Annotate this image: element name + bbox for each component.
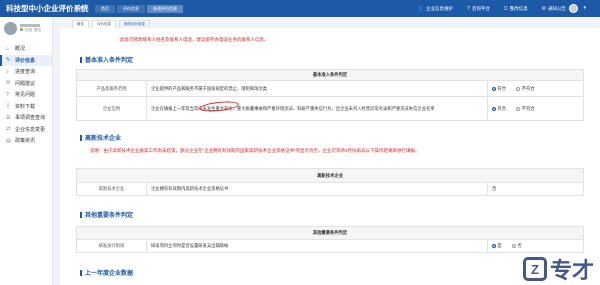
product-scope-yes-radio[interactable]: 符合 xyxy=(492,86,506,92)
rd-options: 是 否 xyxy=(487,239,584,253)
user-status: 在线 xyxy=(25,27,32,32)
credit-yes-radio[interactable]: 符合 xyxy=(492,106,506,112)
user-icon: 👤 xyxy=(417,5,425,12)
notice-icon: ✉ xyxy=(541,5,546,12)
row-content-rd: 研发项目立项时是否设置研发支出辅助帐 xyxy=(146,239,488,253)
row-label-rd: 研发加计扣除 xyxy=(76,239,147,253)
help-icon: ? xyxy=(467,5,470,12)
user-avatar xyxy=(4,21,17,35)
row-value-hightech: 否 xyxy=(487,182,584,196)
home-icon: ⌂ xyxy=(6,45,10,52)
sidebar-item-faq[interactable]: ? 常见问题 xyxy=(0,89,52,101)
sidebar-item-survey[interactable]: ☰ 事项调查查询 xyxy=(0,112,52,124)
tab-evaluation[interactable]: 评价信息 xyxy=(117,4,145,13)
section-title-other: 其他重要条件判定 xyxy=(80,210,133,219)
watermark-text: 专才 xyxy=(549,258,594,283)
tab-home[interactable]: 首页 xyxy=(95,4,115,13)
exit-icon: ⎋ xyxy=(503,5,508,12)
product-scope-no-radio[interactable]: 不符合 xyxy=(516,86,535,92)
credit-no-radio[interactable]: 不符合 xyxy=(516,106,535,112)
zhuancai-logo-icon: Z xyxy=(522,257,547,281)
hightech-table-title: 高新技术企业 xyxy=(76,168,584,183)
tab-edit-evaluation[interactable]: 修改评价信息 xyxy=(147,4,183,13)
row-label-product-scope: 产品及服务范围 xyxy=(76,80,147,97)
search-icon: ⌕ xyxy=(6,68,9,75)
sidebar-item-progress[interactable]: ⌕ 进度查询 xyxy=(0,66,52,78)
sidebar: 在线 退出 ⌂ 概况 ✎ 评价信息 ⌕ 进度查询 ✉ 问题建议 ? 常见问题 ⇩ 资料下载 ☰… xyxy=(0,17,53,285)
online-dot-icon xyxy=(20,28,23,31)
rd-yes-radio[interactable]: 是 xyxy=(492,243,502,249)
basic-table: 基本准入条件判定 产品及服务范围 企业提供的产品和服务不属于国家规定的禁止、限制… xyxy=(76,69,584,121)
credit-options: 符合 不符合 xyxy=(487,96,584,121)
contact-warning: 此处可修改联系人姓名及联系人电话，建议留存办理该业务的联系人信息。 xyxy=(120,37,269,42)
question-icon: ? xyxy=(6,91,9,98)
news-icon: ▤ xyxy=(6,137,11,144)
radio-checked-icon xyxy=(492,86,496,91)
radio-unchecked-icon xyxy=(512,244,516,248)
basic-table-title: 基本准入条件判定 xyxy=(76,69,584,81)
logout-link[interactable]: 退出 xyxy=(34,28,41,33)
section-title-hightech: 高新技术企业 xyxy=(80,133,121,142)
app-title: 科技型中小企业评价系统 xyxy=(6,4,89,13)
user-panel: 在线 退出 xyxy=(0,17,52,39)
other-table: 其他重要条件判定 研发加计扣除 研发项目立项时是否设置研发支出辅助帐 是 否 xyxy=(76,226,584,253)
sidebar-menu: ⌂ 概况 ✎ 评价信息 ⌕ 进度查询 ✉ 问题建议 ? 常见问题 ⇩ 资料下载 ☰ 事项调查查… xyxy=(0,43,52,147)
row-content-product-scope: 企业提供的产品和服务不属于国家规定的禁止、限制和淘汰类 xyxy=(146,80,488,97)
swap-icon: ⇄ xyxy=(6,126,11,133)
rectify-link[interactable]: ⎋ 整改信息 xyxy=(504,6,528,12)
menu-toggle-icon[interactable]: ≡ xyxy=(75,5,87,12)
row-label-credit: 企业信用 xyxy=(76,96,147,121)
top-bar: 科技型中小企业评价系统 ≡ 首页 评价信息 修改评价信息 👤 企业信息维护 ? 咨询… xyxy=(0,0,600,17)
radio-checked-icon xyxy=(492,244,496,248)
sidebar-item-downloads[interactable]: ⇩ 资料下载 xyxy=(0,101,52,113)
list-icon: ☰ xyxy=(6,114,11,121)
other-table-title: 其他重要条件判定 xyxy=(76,226,584,240)
hightech-table: 高新技术企业 高新技术企业 企业拥有有效期内高新技术企业资格证书 否 xyxy=(76,168,584,196)
section-title-lastyear: 上一年度企业数据 xyxy=(80,268,133,277)
avatar[interactable] xyxy=(569,4,578,13)
enterprise-info-link[interactable]: 👤 企业信息维护 xyxy=(418,6,453,12)
radio-unchecked-icon xyxy=(516,86,521,91)
chat-icon: ✉ xyxy=(6,80,11,87)
sidebar-item-policy[interactable]: ▤ 政策资讯 xyxy=(0,135,52,147)
product-scope-options: 符合 不符合 xyxy=(487,80,584,97)
sidebar-item-evaluation[interactable]: ✎ 评价信息 xyxy=(0,54,52,66)
sidebar-item-info-change[interactable]: ⇄ 企业信息变更 xyxy=(0,124,52,136)
chevron-down-icon[interactable]: ▾ xyxy=(583,5,586,11)
download-icon: ⇩ xyxy=(6,103,11,110)
edit-icon: ✎ xyxy=(6,57,11,64)
notice-link[interactable]: ✉ 通知公告 xyxy=(542,6,566,12)
rd-no-radio[interactable]: 否 xyxy=(512,243,522,249)
row-label-hightech: 高新技术企业 xyxy=(76,182,147,196)
radio-checked-icon xyxy=(492,106,496,111)
hightech-note: 说明：由于高新技术企业备案工作尚未结束，部分企业在“企业拥有有效期内国家高新技术… xyxy=(90,148,420,153)
watermark-logo: Z 专才 xyxy=(522,253,594,285)
sidebar-item-overview[interactable]: ⌂ 概况 xyxy=(0,43,52,55)
row-content-credit: 企业在填报上一年及当年内未发生重大安全、重大质量事故和严重环境违法、科研严重失信… xyxy=(146,96,488,121)
row-content-hightech: 企业拥有有效期内高新技术企业资格证书 xyxy=(146,182,488,196)
consult-link[interactable]: ? 咨询平台 xyxy=(467,6,490,12)
sidebar-item-feedback[interactable]: ✉ 问题建议 xyxy=(0,78,52,90)
user-name-redacted xyxy=(20,23,40,27)
section-title-basic: 基本准入条件判定 xyxy=(80,55,133,64)
radio-unchecked-icon xyxy=(516,106,521,111)
